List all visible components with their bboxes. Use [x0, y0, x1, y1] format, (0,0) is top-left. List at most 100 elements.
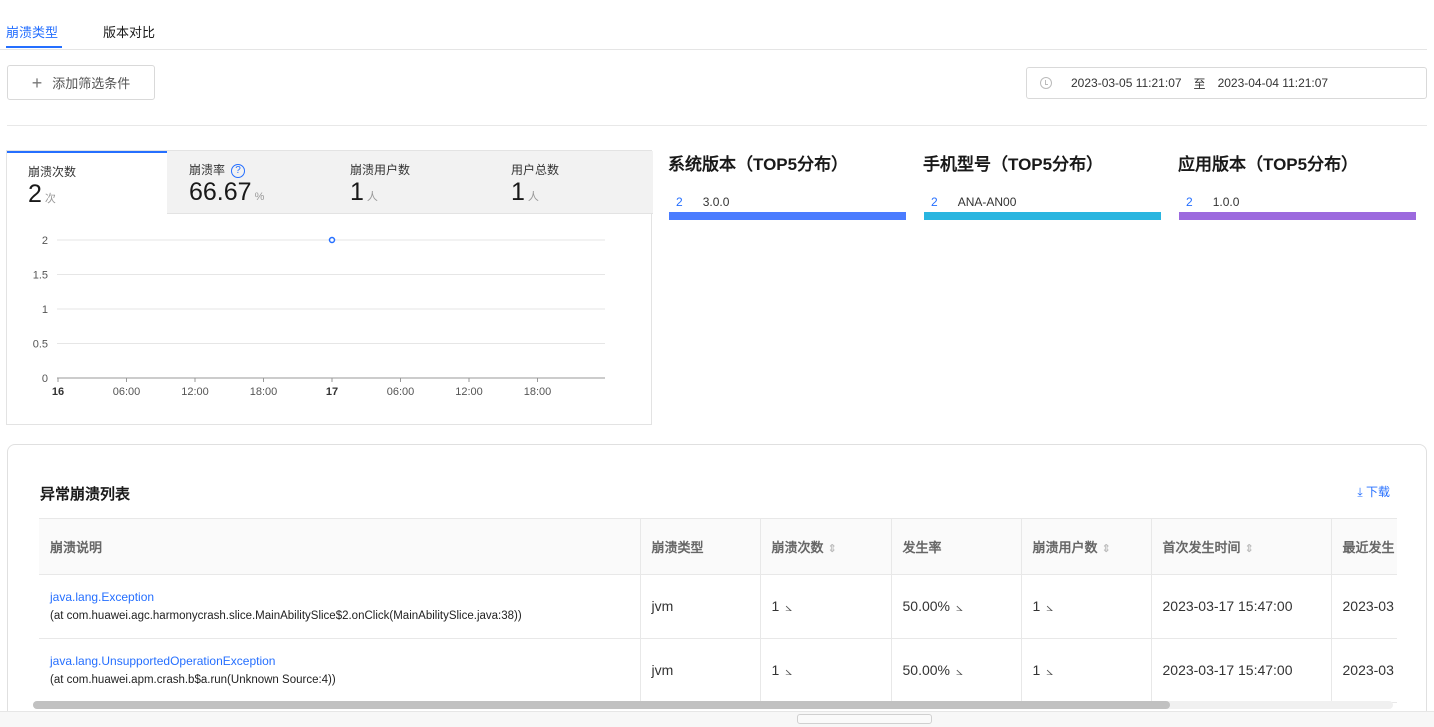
cell-rate: 50.00% ⦣ — [890, 638, 1021, 703]
x-tick-label: 18:00 — [250, 386, 278, 398]
crash-trend-chart: 0 0.5 1 1.5 2 16 06:00 12:00 18:00 17 06:00 12:00 18… — [33, 235, 605, 398]
cell-count: 1 ⦣ — [759, 638, 891, 703]
tab-version-compare[interactable]: 版本对比 — [103, 22, 155, 41]
exception-detail: (at com.huawei.apm.crash.b$a.run(Unknown… — [50, 674, 336, 686]
section-divider — [7, 125, 1427, 126]
metric-value: 1 — [511, 178, 525, 206]
metric-crash-count[interactable]: 崩溃次数 2次 — [7, 151, 167, 215]
plus-icon: + — [31, 72, 43, 93]
col-description: 崩溃说明 — [39, 519, 640, 575]
scrollbar-thumb[interactable] — [33, 701, 1170, 709]
date-separator: 至 — [1193, 76, 1206, 91]
crash-list-card: 异常崩溃列表 ⤓ 下载 崩溃说明 崩溃类型 崩溃次数 ⇕ 发生率 崩溃用户数 ⇕ 首… — [7, 444, 1427, 727]
cell-users: 1 ⦣ — [1020, 574, 1151, 639]
crash-metrics-card: 崩溃次数 2次 崩溃率? 66.67% 崩溃用户数 1人 用户总数 1人 0 0.… — [6, 150, 653, 425]
crash-table-wrap: 崩溃说明 崩溃类型 崩溃次数 ⇕ 发生率 崩溃用户数 ⇕ 首次发生时间 ⇕ 最近发生 … — [39, 518, 1397, 708]
top5-count: 2 — [676, 195, 683, 209]
cell-first-time: 2023-03-17 15:47:00 — [1150, 574, 1331, 639]
date-range-picker[interactable]: 2023-03-05 11:21:07 至 2023-04-04 11:21:0… — [1026, 67, 1427, 99]
bottom-handle[interactable] — [797, 714, 932, 724]
y-tick-label: 0.5 — [33, 339, 48, 351]
metric-label: 崩溃次数 — [28, 165, 77, 179]
metric-total-users[interactable]: 用户总数 1人 — [490, 151, 652, 214]
top5-item-name: 1.0.0 — [1212, 195, 1240, 209]
date-start[interactable]: 2023-03-05 11:21:07 — [1071, 76, 1182, 90]
top5-count: 2 — [931, 195, 938, 209]
x-tick-label: 12:00 — [181, 386, 209, 398]
cell-description: java.lang.UnsupportedOperationException … — [39, 638, 640, 703]
sort-icon[interactable]: ⇕ — [828, 543, 837, 555]
col-first-time[interactable]: 首次发生时间 ⇕ — [1150, 519, 1331, 575]
top5-device-model: 手机型号（TOP5分布） 2 ANA-AN00 — [923, 150, 1163, 220]
col-count[interactable]: 崩溃次数 ⇕ — [759, 519, 891, 575]
tab-bar: 崩溃类型 版本对比 — [0, 0, 1427, 50]
top5-title: 应用版本（TOP5分布） — [1178, 155, 1359, 174]
trend-chart-icon[interactable]: ⦣ — [1046, 664, 1053, 678]
metric-crash-users[interactable]: 崩溃用户数 1人 — [329, 151, 489, 214]
cell-last-time: 2023-03 — [1330, 638, 1397, 703]
top5-item-name: ANA-AN00 — [957, 195, 1017, 209]
trend-chart-icon[interactable]: ⦣ — [785, 600, 792, 614]
help-circle-icon[interactable]: ? — [231, 164, 246, 178]
y-tick-label: 1 — [42, 304, 48, 316]
sort-icon[interactable]: ⇕ — [1102, 543, 1111, 555]
x-tick-label: 16 — [52, 386, 64, 398]
date-end[interactable]: 2023-04-04 11:21:07 — [1218, 76, 1329, 90]
tab-crash-type[interactable]: 崩溃类型 — [6, 22, 58, 41]
metric-unit: 人 — [366, 191, 378, 203]
top5-bar[interactable] — [669, 212, 906, 220]
sort-icon[interactable]: ⇕ — [1245, 543, 1254, 555]
crash-list-title: 异常崩溃列表 — [40, 486, 131, 503]
x-tick-label: 17 — [326, 386, 338, 398]
table-header-row: 崩溃说明 崩溃类型 崩溃次数 ⇕ 发生率 崩溃用户数 ⇕ 首次发生时间 ⇕ 最近发生 — [39, 519, 1397, 575]
active-tab-indicator — [6, 46, 62, 48]
top5-bar[interactable] — [1179, 212, 1416, 220]
col-type: 崩溃类型 — [639, 519, 760, 575]
metric-crash-rate[interactable]: 崩溃率? 66.67% — [168, 151, 328, 214]
exception-link[interactable]: java.lang.Exception — [50, 590, 640, 604]
x-tick-label: 12:00 — [455, 386, 483, 398]
top5-os-version: 系统版本（TOP5分布） 2 3.0.0 — [668, 150, 908, 220]
download-icon: ⤓ — [1357, 485, 1366, 499]
metric-value: 66.67 — [189, 178, 252, 206]
cell-users: 1 ⦣ — [1020, 638, 1151, 703]
cell-count: 1 ⦣ — [759, 574, 891, 639]
trend-chart-icon[interactable]: ⦣ — [785, 664, 792, 678]
metric-label: 用户总数 — [511, 163, 560, 177]
table-row: java.lang.Exception (at com.huawei.agc.h… — [39, 574, 1397, 639]
bottom-bar — [0, 711, 1434, 727]
metric-label: 崩溃用户数 — [350, 163, 411, 177]
metric-label: 崩溃率 — [189, 163, 226, 177]
cell-rate: 50.00% ⦣ — [890, 574, 1021, 639]
trend-chart-icon[interactable]: ⦣ — [956, 664, 963, 678]
metric-unit: % — [254, 191, 265, 203]
exception-detail: (at com.huawei.agc.harmonycrash.slice.Ma… — [50, 610, 522, 622]
top5-title: 手机型号（TOP5分布） — [923, 155, 1104, 174]
x-tick-label: 06:00 — [387, 386, 415, 398]
exception-link[interactable]: java.lang.UnsupportedOperationException — [50, 654, 640, 668]
download-button[interactable]: ⤓ 下载 — [1357, 483, 1390, 500]
cell-last-time: 2023-03 — [1330, 574, 1397, 639]
x-tick-label: 06:00 — [113, 386, 141, 398]
top5-bar[interactable] — [924, 212, 1161, 220]
top5-item-name: 3.0.0 — [702, 195, 730, 209]
y-tick-label: 1.5 — [33, 270, 48, 282]
metric-unit: 人 — [527, 191, 539, 203]
metric-value: 2 — [28, 180, 42, 208]
cell-type: jvm — [639, 638, 760, 703]
table-row: java.lang.UnsupportedOperationException … — [39, 638, 1397, 703]
add-filter-label: 添加筛选条件 — [52, 76, 131, 91]
data-point — [328, 236, 336, 244]
trend-chart-icon[interactable]: ⦣ — [1046, 600, 1053, 614]
metric-value: 1 — [350, 178, 364, 206]
col-rate: 发生率 — [890, 519, 1021, 575]
clock-icon — [1040, 77, 1052, 89]
metric-unit: 次 — [44, 193, 56, 205]
col-last-time: 最近发生 — [1330, 519, 1397, 575]
horizontal-scrollbar[interactable] — [33, 701, 1393, 709]
y-tick-label: 0 — [42, 373, 48, 385]
trend-chart-icon[interactable]: ⦣ — [956, 600, 963, 614]
col-users[interactable]: 崩溃用户数 ⇕ — [1020, 519, 1151, 575]
x-tick-label: 18:00 — [524, 386, 552, 398]
add-filter-button[interactable]: + 添加筛选条件 — [7, 65, 155, 100]
